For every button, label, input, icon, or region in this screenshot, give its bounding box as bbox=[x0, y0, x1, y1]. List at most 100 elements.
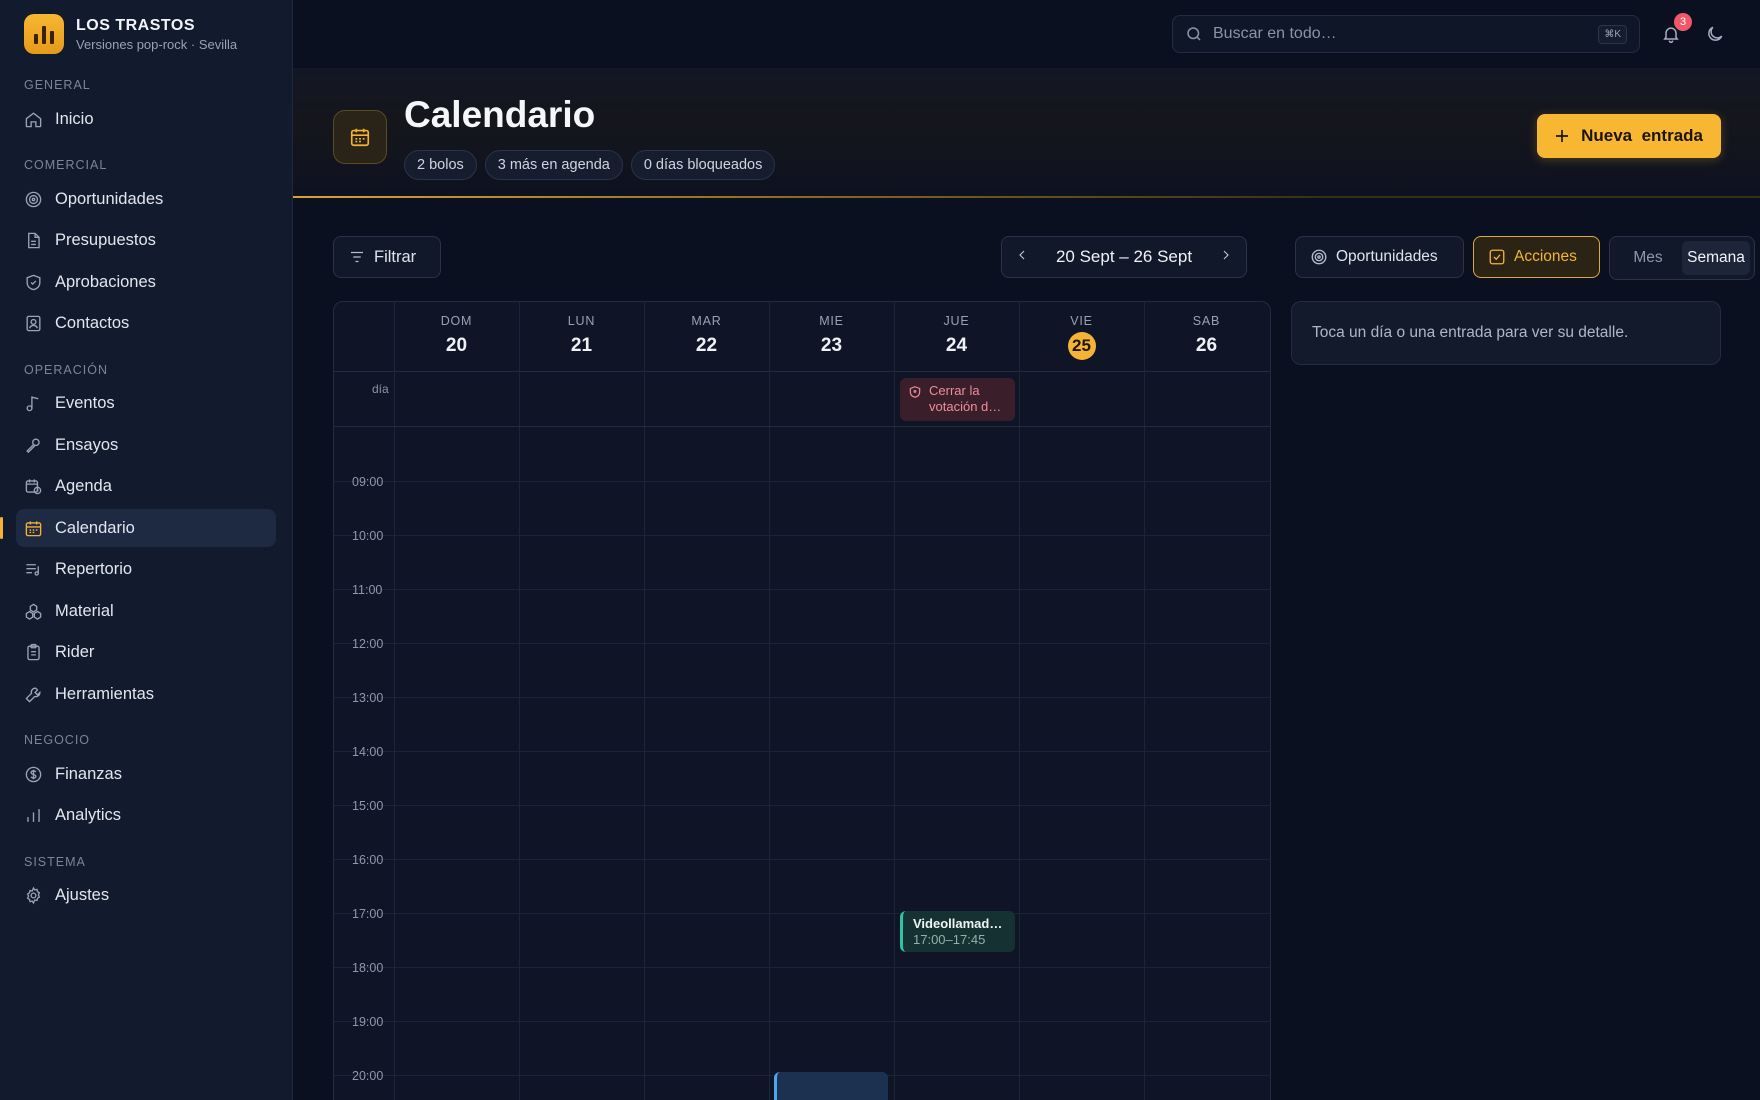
notifications-button[interactable]: 3 bbox=[1658, 13, 1692, 47]
meeting-event-title: Videollamada… bbox=[913, 916, 1007, 931]
hour-row: 18:00 bbox=[334, 961, 1270, 1021]
topbar: ⌘K 3 bbox=[293, 0, 1760, 68]
today-marker: 25 bbox=[1019, 332, 1144, 360]
nav-section-operacion: OPERACIÓN bbox=[24, 362, 109, 377]
sidebar-item-agenda[interactable]: Agenda bbox=[16, 468, 276, 506]
sidebar-item-calendario[interactable]: Calendario bbox=[0, 509, 276, 547]
music-note-icon bbox=[26, 396, 39, 412]
actions-label: Acciones bbox=[1514, 248, 1577, 265]
meeting-event[interactable]: Videollamada… 17:00–17:45 bbox=[900, 911, 1015, 952]
stats-chips: 2 bolos 3 más en agenda 0 días bloqueado… bbox=[404, 150, 776, 180]
wrench-icon bbox=[25, 686, 41, 703]
sidebar-item-ajustes[interactable]: Ajustes bbox=[16, 877, 276, 915]
sidebar-item-label: Calendario bbox=[55, 518, 135, 537]
brand[interactable]: LOS TRASTOS Versiones pop-rock · Sevilla bbox=[24, 14, 268, 54]
shield-icon bbox=[909, 386, 921, 398]
chip-gigs: 2 bolos bbox=[404, 150, 477, 180]
day-header[interactable]: DOM 20 bbox=[394, 302, 519, 372]
gig-event[interactable] bbox=[774, 1072, 888, 1100]
hour-row: 19:00 bbox=[334, 1015, 1270, 1075]
search-bar[interactable]: ⌘K bbox=[1172, 15, 1640, 53]
action-event[interactable]: Cerrar la votación d… bbox=[900, 378, 1015, 421]
chevron-left-icon[interactable] bbox=[1014, 247, 1030, 268]
sidebar-item-finanzas[interactable]: Finanzas bbox=[16, 755, 276, 793]
sidebar-item-label: Presupuestos bbox=[55, 231, 156, 249]
day-header[interactable]: JUE 24 bbox=[894, 302, 1019, 372]
hour-row: 17:00 bbox=[334, 907, 1270, 967]
bar-chart-icon bbox=[27, 809, 40, 822]
view-week-button[interactable]: Semana bbox=[1682, 241, 1750, 275]
calendar-toolbar: Filtrar 20 Sept – 26 Sept Oportunidades … bbox=[333, 236, 1755, 280]
day-of-week: LUN bbox=[567, 314, 596, 328]
sidebar-item-label: Rider bbox=[55, 643, 95, 661]
day-header[interactable]: MAR 22 bbox=[644, 302, 769, 372]
sidebar-item-label: Finanzas bbox=[55, 764, 122, 783]
day-header-today[interactable]: VIE 25 bbox=[1019, 302, 1144, 372]
theme-toggle-button[interactable] bbox=[1702, 21, 1728, 47]
sidebar-item-oportunidades[interactable]: Oportunidades bbox=[16, 180, 276, 218]
sidebar-item-label: Repertorio bbox=[55, 560, 133, 578]
sidebar-item-material[interactable]: Material bbox=[16, 592, 276, 630]
sidebar-item-herramientas[interactable]: Herramientas bbox=[16, 675, 276, 713]
nav-section-general: GENERAL bbox=[24, 78, 91, 92]
sidebar-item-label: Analytics bbox=[55, 806, 122, 824]
sidebar-item-repertorio[interactable]: Repertorio bbox=[16, 551, 276, 589]
sidebar-item-rider[interactable]: Rider bbox=[16, 634, 276, 672]
gear-icon bbox=[26, 886, 41, 905]
target-icon bbox=[1311, 249, 1327, 265]
boxes-icon bbox=[25, 603, 42, 620]
sidebar-item-inicio[interactable]: Inicio bbox=[16, 100, 276, 138]
hour-row: 12:00 bbox=[334, 637, 1270, 697]
day-number: 25 bbox=[1067, 332, 1096, 360]
main-content: ⌘K 3 Calendario 2 bolos 3 más en agenda … bbox=[293, 0, 1760, 1100]
shortcut-hint: ⌘K bbox=[1598, 24, 1627, 44]
filter-label: Filtrar bbox=[374, 247, 417, 266]
bar-chart-logo-icon bbox=[24, 14, 64, 54]
sidebar-item-label: Aprobaciones bbox=[55, 272, 156, 291]
filter-button[interactable]: Filtrar bbox=[333, 236, 441, 278]
moon-icon bbox=[1708, 26, 1723, 41]
sidebar-item-aprobaciones[interactable]: Aprobaciones bbox=[16, 263, 276, 301]
shield-check-icon bbox=[26, 274, 41, 290]
list-music-icon bbox=[26, 564, 39, 576]
day-of-week: JUE bbox=[943, 314, 970, 328]
view-switch: Mes Semana bbox=[1609, 236, 1755, 280]
nav-section-negocio: NEGOCIO bbox=[24, 733, 91, 747]
day-of-week: VIE bbox=[1070, 314, 1093, 328]
sidebar: LOS TRASTOS Versiones pop-rock · Sevilla… bbox=[0, 0, 293, 1100]
hour-label: 17:00 bbox=[352, 907, 384, 921]
hour-label: 09:00 bbox=[352, 475, 384, 489]
search-input[interactable] bbox=[1213, 25, 1589, 43]
notification-badge: 3 bbox=[1674, 13, 1692, 31]
hour-row: 10:00 bbox=[334, 529, 1270, 589]
microphone-icon bbox=[26, 437, 40, 453]
day-header[interactable]: MIE 23 bbox=[769, 302, 894, 372]
hour-label: 12:00 bbox=[352, 637, 384, 651]
chevron-right-icon[interactable] bbox=[1218, 247, 1234, 268]
page-title: Calendario bbox=[404, 94, 596, 135]
sidebar-item-eventos[interactable]: Eventos bbox=[16, 385, 276, 423]
sidebar-item-analytics[interactable]: Analytics bbox=[16, 797, 276, 835]
sidebar-item-label: Agenda bbox=[55, 477, 112, 495]
sidebar-item-label: Material bbox=[55, 601, 114, 620]
opportunities-toggle[interactable]: Oportunidades bbox=[1295, 236, 1464, 278]
sidebar-item-ensayos[interactable]: Ensayos bbox=[16, 426, 276, 464]
day-of-week: DOM bbox=[440, 314, 473, 328]
view-month-button[interactable]: Mes bbox=[1614, 241, 1682, 275]
date-range-navigator: 20 Sept – 26 Sept bbox=[1001, 236, 1247, 278]
document-icon bbox=[28, 232, 40, 249]
home-icon bbox=[25, 111, 42, 127]
day-header[interactable]: LUN 21 bbox=[519, 302, 644, 372]
day-of-week: SAB bbox=[1192, 314, 1221, 328]
search-icon bbox=[1187, 27, 1201, 41]
sidebar-item-contactos[interactable]: Contactos bbox=[16, 305, 276, 343]
chip-blocked-days: 0 días bloqueados bbox=[630, 150, 776, 180]
day-header[interactable]: SAB 26 bbox=[1144, 302, 1269, 372]
sidebar-item-presupuestos[interactable]: Presupuestos bbox=[16, 222, 276, 260]
actions-toggle[interactable]: Acciones bbox=[1473, 236, 1600, 278]
new-entry-button[interactable]: Nueva entrada bbox=[1537, 114, 1721, 158]
hour-row: 13:00 bbox=[334, 691, 1270, 751]
brand-subtitle: Versiones pop-rock · Sevilla bbox=[76, 36, 238, 52]
hour-label: 10:00 bbox=[352, 529, 384, 543]
meeting-event-time: 17:00–17:45 bbox=[913, 932, 986, 947]
